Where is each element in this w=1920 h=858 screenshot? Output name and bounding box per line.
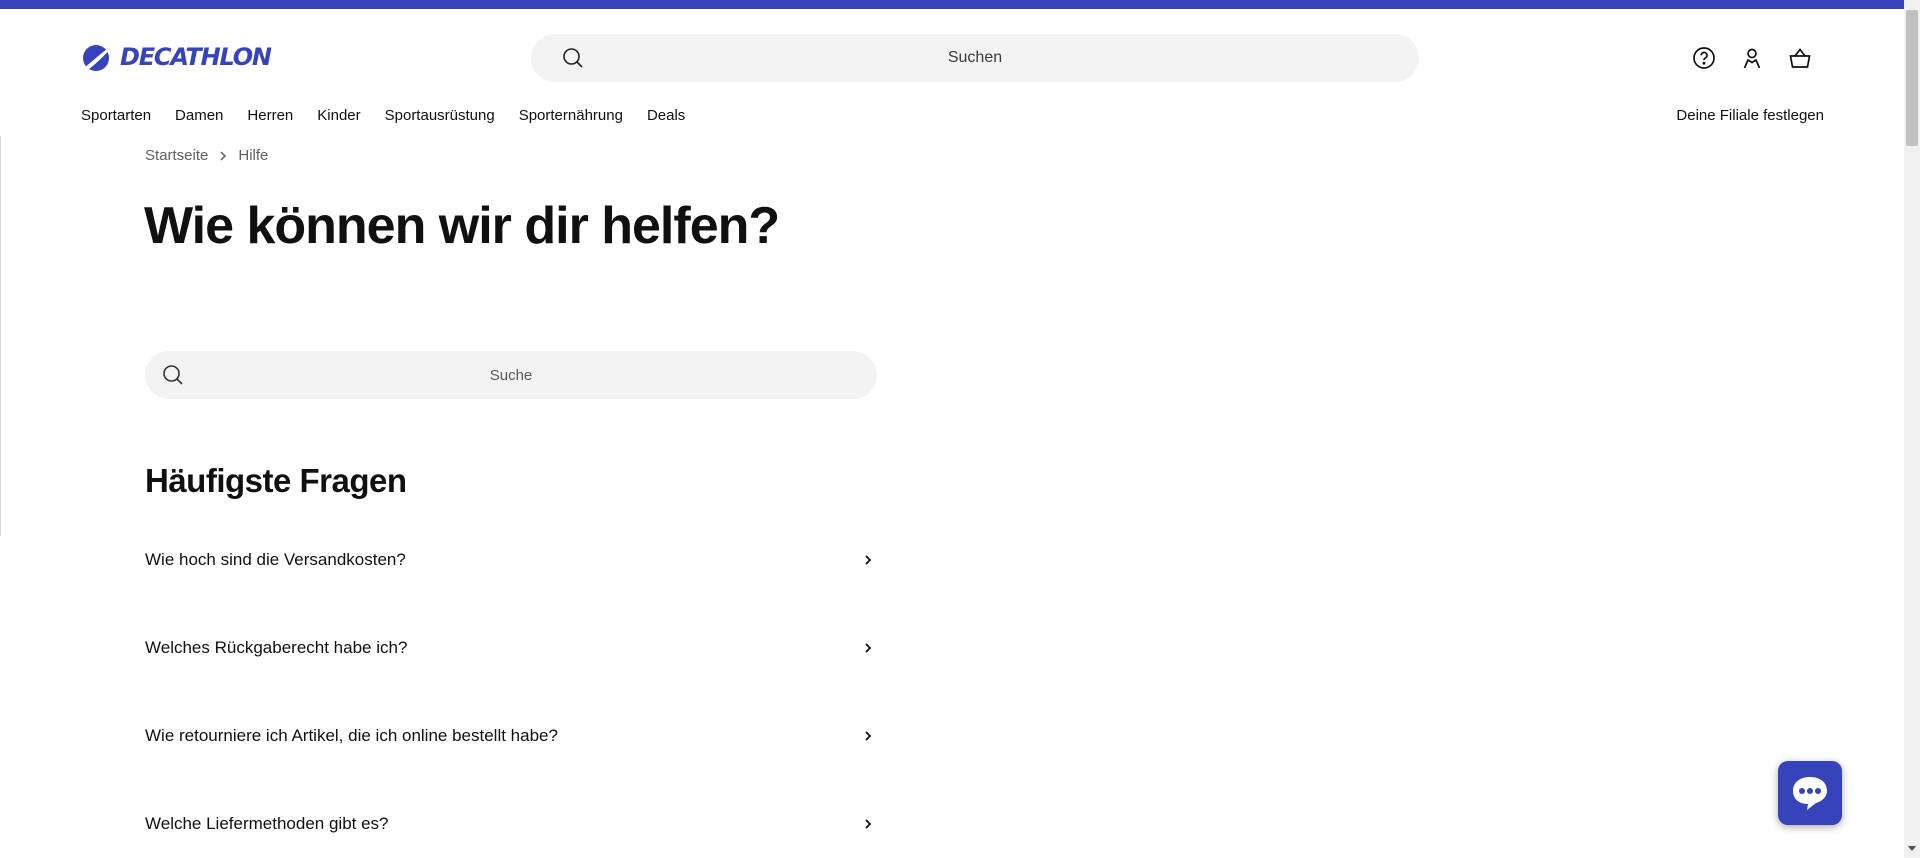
faq-item-online-return[interactable]: Wie retourniere ich Artikel, die ich onl… xyxy=(145,721,877,751)
nav-item-sportarten[interactable]: Sportarten xyxy=(81,107,151,124)
nav-item-herren[interactable]: Herren xyxy=(247,107,293,124)
scroll-down-arrow-icon[interactable] xyxy=(1908,846,1916,851)
set-store-link[interactable]: Deine Filiale festlegen xyxy=(1676,107,1824,124)
breadcrumb: Startseite Hilfe xyxy=(145,147,268,164)
nav-item-sportausruestung[interactable]: Sportausrüstung xyxy=(385,107,495,124)
faq-question: Wie retourniere ich Artikel, die ich onl… xyxy=(145,726,558,745)
faq-item-return-policy[interactable]: Welches Rückgaberecht habe ich? xyxy=(145,633,877,663)
nav-item-damen[interactable]: Damen xyxy=(175,107,223,124)
breadcrumb-home[interactable]: Startseite xyxy=(145,147,208,164)
main-search-bar[interactable]: Suchen xyxy=(531,34,1419,82)
decathlon-logo-icon xyxy=(83,44,115,71)
faq-question: Welches Rückgaberecht habe ich? xyxy=(145,638,408,657)
nav-item-deals[interactable]: Deals xyxy=(647,107,685,124)
breadcrumb-current: Hilfe xyxy=(238,147,269,164)
decathlon-logo[interactable]: DECATHLON xyxy=(80,42,272,72)
main-navigation: Sportarten Damen Herren Kinder Sportausr… xyxy=(81,107,685,124)
cart-icon[interactable] xyxy=(1788,46,1812,70)
faq-question: Wie hoch sind die Versandkosten? xyxy=(145,550,406,569)
main-search-placeholder: Suchen xyxy=(947,49,1003,66)
nav-item-kinder[interactable]: Kinder xyxy=(317,107,360,124)
nav-item-sporternaehrung[interactable]: Sporternährung xyxy=(519,107,623,124)
help-search-input[interactable]: Suche xyxy=(145,351,877,399)
faq-heading: Häufigste Fragen xyxy=(145,462,407,499)
page-scrollbar[interactable] xyxy=(1904,0,1920,858)
chevron-right-icon xyxy=(865,643,872,653)
chevron-right-icon xyxy=(865,555,872,565)
chevron-right-icon xyxy=(865,731,872,741)
chevron-right-icon xyxy=(220,150,227,161)
chat-bubble-icon xyxy=(1793,777,1827,810)
faq-question: Welche Liefermethoden gibt es? xyxy=(145,814,389,833)
brand-name: DECATHLON xyxy=(120,43,272,71)
help-icon[interactable] xyxy=(1692,46,1716,70)
scrollbar-thumb[interactable] xyxy=(1906,10,1918,146)
page-title: Wie können wir dir helfen? xyxy=(144,197,780,255)
faq-item-delivery-methods[interactable]: Welche Liefermethoden gibt es? xyxy=(145,809,877,839)
chevron-right-icon xyxy=(865,819,872,829)
left-divider xyxy=(0,136,1,536)
faq-item-shipping-costs[interactable]: Wie hoch sind die Versandkosten? xyxy=(145,545,877,575)
top-accent-bar xyxy=(0,0,1904,9)
help-search-placeholder: Suche xyxy=(489,367,533,384)
chat-button[interactable] xyxy=(1778,761,1842,825)
account-icon[interactable] xyxy=(1740,46,1764,70)
